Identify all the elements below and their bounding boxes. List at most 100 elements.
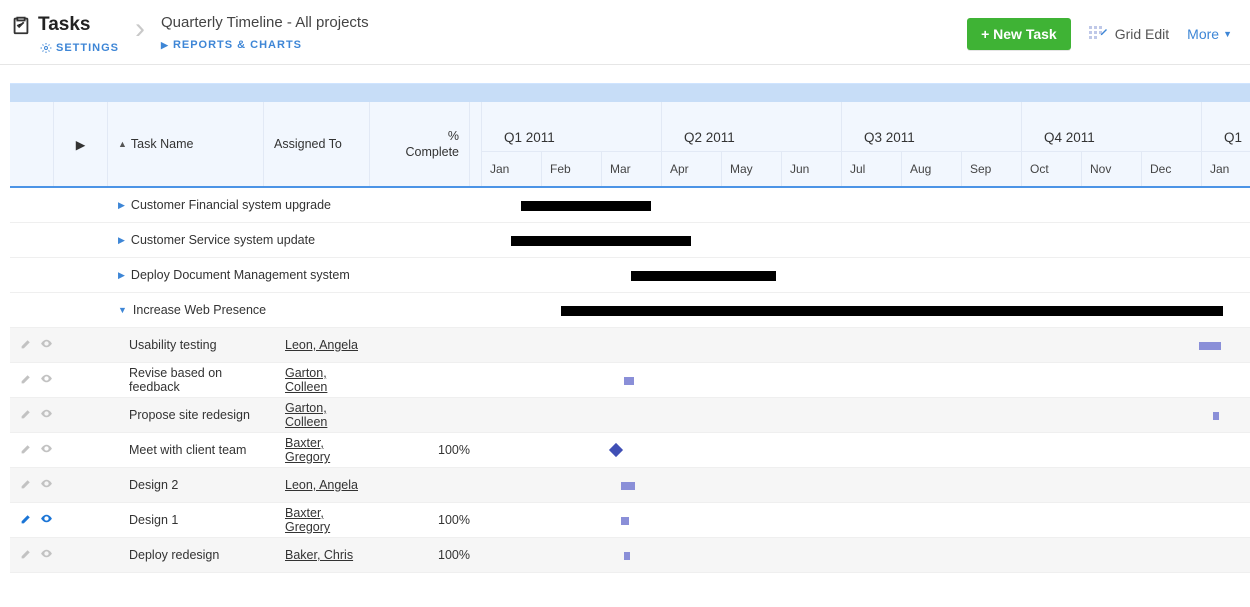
- table-row[interactable]: Design 2Leon, Angela: [10, 468, 481, 503]
- assigned-to-cell: Garton, Colleen: [275, 398, 381, 432]
- assigned-to-cell: Garton, Colleen: [275, 363, 381, 397]
- row-actions: [10, 293, 54, 327]
- row-expander: [54, 223, 108, 257]
- gantt-bar-task[interactable]: [621, 517, 629, 525]
- table-row[interactable]: ▶Deploy Document Management system: [10, 258, 481, 293]
- view-icon[interactable]: [39, 372, 54, 388]
- gantt-bar-task[interactable]: [1199, 342, 1221, 350]
- view-icon[interactable]: [39, 337, 54, 353]
- gantt-bar-task[interactable]: [624, 552, 630, 560]
- task-name-text: Increase Web Presence: [133, 303, 266, 317]
- row-actions: [10, 258, 54, 292]
- gantt-bar-summary[interactable]: [631, 271, 776, 281]
- table-row[interactable]: ▶ Customer Service system update: [10, 223, 481, 258]
- pct-complete-cell: [381, 398, 481, 432]
- gantt-bar-summary[interactable]: [521, 201, 651, 211]
- right-pane: Q1 2011Q2 2011Q3 2011Q4 2011Q1 JanFebMar…: [481, 102, 1250, 573]
- assigned-to-cell: Baker, Chris: [275, 538, 381, 572]
- timeline-months: JanFebMarAprMayJunJulAugSepOctNovDecJan: [481, 151, 1250, 186]
- gantt-bar-summary[interactable]: [561, 306, 1223, 316]
- month-label: Sep: [961, 152, 1021, 186]
- row-expander: [54, 258, 108, 292]
- table-row[interactable]: Meet with client teamBaxter, Gregory100%: [10, 433, 481, 468]
- task-name-cell: Usability testing: [119, 328, 275, 362]
- row-actions: [10, 538, 65, 572]
- view-icon[interactable]: [39, 547, 54, 563]
- col-assigned-to[interactable]: Assigned To: [264, 102, 370, 186]
- table-row[interactable]: ▶ Customer Financial system upgrade: [10, 188, 481, 223]
- breadcrumb: Quarterly Timeline - All projects: [161, 14, 369, 31]
- quarter-label: Q4 2011: [1021, 102, 1201, 151]
- task-name-text: Customer Financial system upgrade: [131, 198, 331, 212]
- col-pct-1: %: [406, 128, 460, 144]
- quarter-label: Q3 2011: [841, 102, 1021, 151]
- col-expander[interactable]: ▶: [54, 102, 108, 186]
- caret-right-icon[interactable]: ▶: [118, 235, 125, 246]
- col-actions: [10, 102, 54, 186]
- assigned-to-cell: Baxter, Gregory: [275, 503, 381, 537]
- edit-icon[interactable]: [20, 337, 33, 353]
- table-row[interactable]: ▼ Increase Web Presence: [10, 293, 481, 328]
- grid-edit-button[interactable]: Grid Edit: [1089, 26, 1169, 43]
- task-name-cell: Propose site redesign: [119, 398, 275, 432]
- header-right: + New Task Grid Edit More ▼: [967, 14, 1232, 50]
- timeline-row: [481, 468, 1250, 503]
- task-name-cell: Revise based on feedback: [119, 363, 275, 397]
- month-label: Feb: [541, 152, 601, 186]
- table-row[interactable]: Revise based on feedback Garton, Colleen: [10, 363, 481, 398]
- edit-icon[interactable]: [20, 407, 33, 423]
- col-pct-complete[interactable]: % Complete: [370, 102, 470, 186]
- task-name-text: Customer Service system update: [131, 233, 315, 247]
- edit-icon[interactable]: [20, 477, 33, 493]
- assignee-link[interactable]: Leon, Angela: [285, 338, 358, 352]
- gear-icon: [40, 42, 52, 54]
- view-icon[interactable]: [39, 442, 54, 458]
- settings-text: SETTINGS: [56, 42, 119, 54]
- caret-right-icon[interactable]: ▶: [118, 200, 125, 211]
- gantt-bar-task[interactable]: [624, 377, 634, 385]
- edit-icon[interactable]: [20, 442, 33, 458]
- assignee-link[interactable]: Leon, Angela: [285, 478, 358, 492]
- table-row[interactable]: Design 1Baxter, Gregory100%: [10, 503, 481, 538]
- gantt-bar-summary[interactable]: [511, 236, 691, 246]
- app-header: Tasks SETTINGS › Quarterly Timeline - Al…: [0, 0, 1250, 65]
- caret-right-icon: ▶: [161, 40, 169, 51]
- assignee-link[interactable]: Garton, Colleen: [285, 366, 370, 394]
- view-icon[interactable]: [39, 477, 54, 493]
- header-left: Tasks SETTINGS › Quarterly Timeline - Al…: [10, 14, 369, 54]
- task-name-cell: ▶ Customer Service system update: [108, 223, 481, 257]
- assignee-link[interactable]: Baxter, Gregory: [285, 506, 370, 534]
- table-row[interactable]: Usability testing Leon, Angela: [10, 328, 481, 363]
- pct-complete-cell: 100%: [381, 433, 481, 467]
- assignee-link[interactable]: Garton, Colleen: [285, 401, 370, 429]
- quarter-label: Q1 2011: [481, 102, 661, 151]
- more-menu[interactable]: More ▼: [1187, 26, 1232, 42]
- assignee-link[interactable]: Baxter, Gregory: [285, 436, 370, 464]
- view-icon[interactable]: [39, 512, 54, 528]
- reports-link[interactable]: ▶ REPORTS & CHARTS: [161, 39, 369, 51]
- col-task-name-text: Task Name: [131, 137, 194, 151]
- task-name-text: Design 1: [129, 513, 178, 527]
- gantt-bar-task[interactable]: [621, 482, 635, 490]
- gantt-milestone[interactable]: [609, 443, 623, 457]
- new-task-button[interactable]: + New Task: [967, 18, 1071, 50]
- settings-link[interactable]: SETTINGS: [40, 42, 119, 54]
- table-row[interactable]: Deploy redesignBaker, Chris100%: [10, 538, 481, 573]
- month-label: Jan: [1201, 152, 1250, 186]
- assignee-link[interactable]: Baker, Chris: [285, 548, 353, 562]
- caret-down-icon[interactable]: ▼: [118, 305, 127, 315]
- table-row[interactable]: Propose site redesign Garton, Colleen: [10, 398, 481, 433]
- month-label: Apr: [661, 152, 721, 186]
- gantt-bar-task[interactable]: [1213, 412, 1219, 420]
- edit-icon[interactable]: [20, 547, 33, 563]
- grid-edit-text: Grid Edit: [1115, 26, 1169, 42]
- col-task-name[interactable]: ▲ Task Name: [108, 102, 264, 186]
- timeline-row: [481, 363, 1250, 398]
- edit-icon[interactable]: [20, 512, 33, 528]
- edit-icon[interactable]: [20, 372, 33, 388]
- assigned-to-cell: Baxter, Gregory: [275, 433, 381, 467]
- caret-right-icon[interactable]: ▶: [118, 270, 125, 281]
- quarter-label: Q2 2011: [661, 102, 841, 151]
- row-expander: [65, 363, 119, 397]
- view-icon[interactable]: [39, 407, 54, 423]
